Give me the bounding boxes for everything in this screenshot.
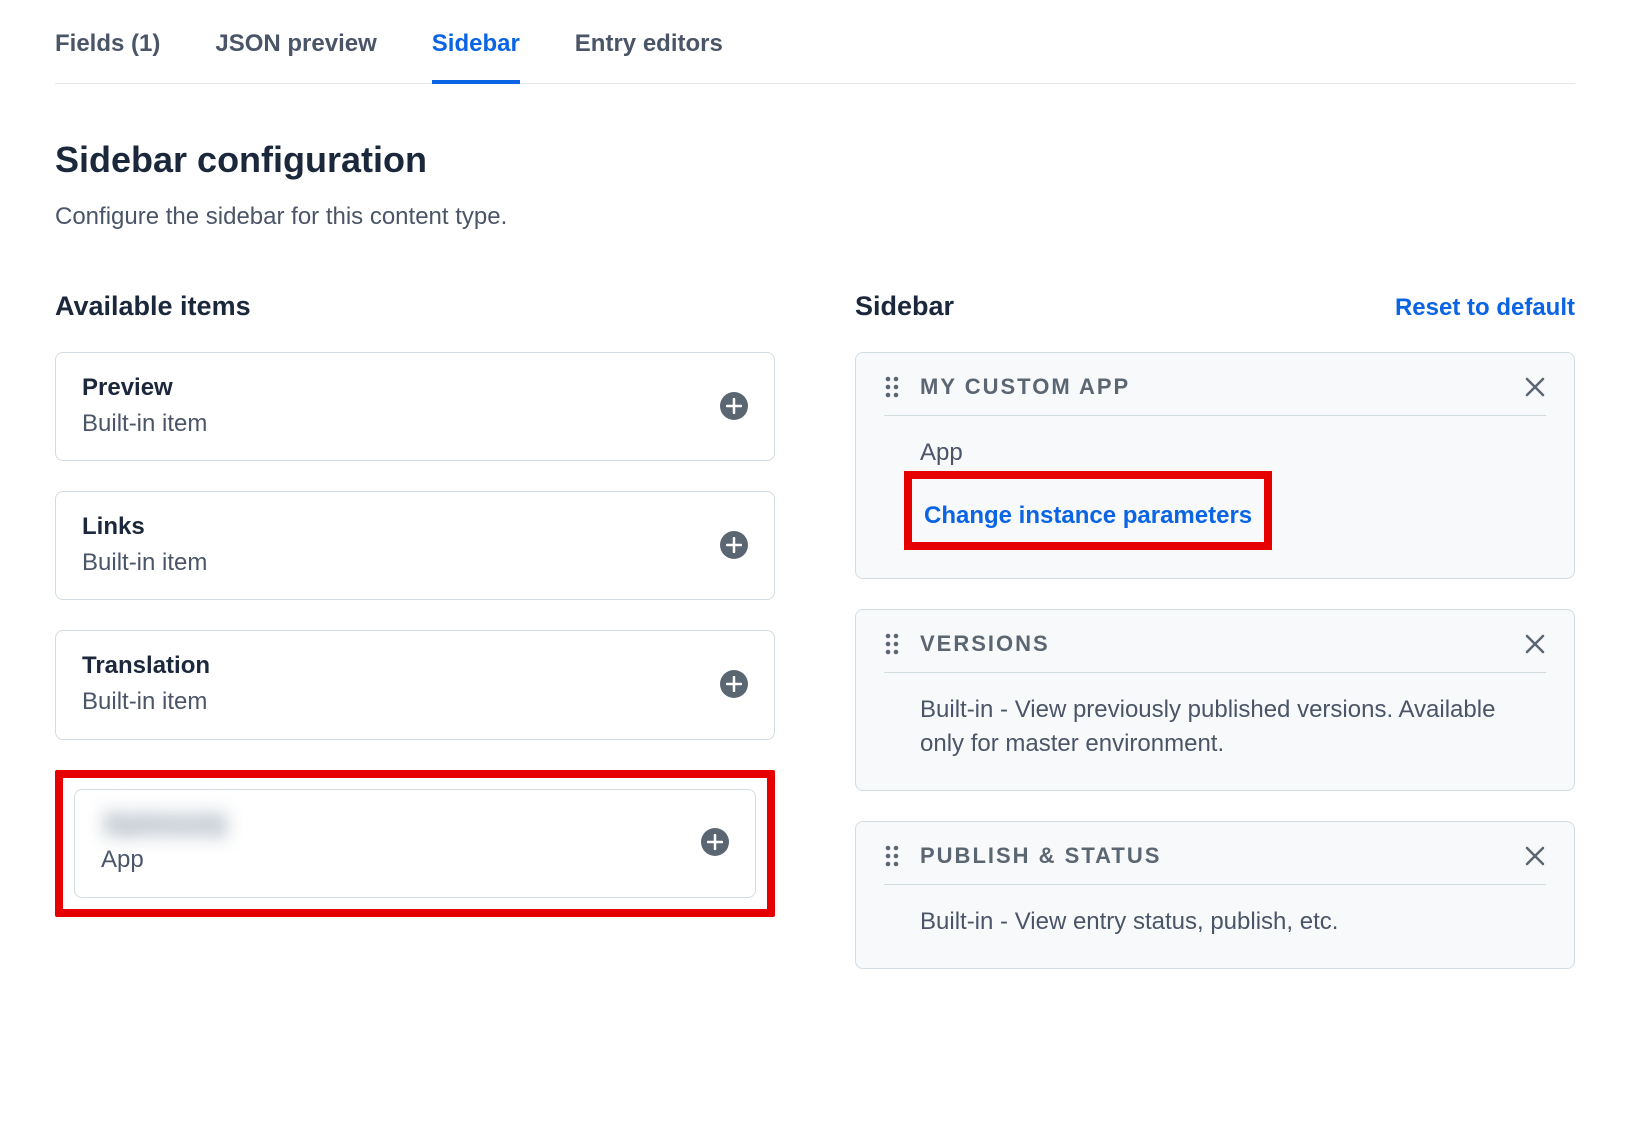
close-icon[interactable] (1524, 376, 1546, 398)
plus-icon[interactable] (720, 392, 748, 420)
sidebar-item-title: MY CUSTOM APP (920, 374, 1506, 400)
drag-handle-icon[interactable] (884, 373, 902, 401)
sidebar-item-versions: VERSIONS Built-in - View previously publ… (855, 609, 1575, 792)
highlight-box-available: Optimizely App (55, 770, 775, 917)
close-icon[interactable] (1524, 633, 1546, 655)
available-item-subtitle: Built-in item (82, 546, 207, 580)
change-instance-parameters-link[interactable]: Change instance parameters (924, 499, 1252, 534)
sidebar-item-title: VERSIONS (920, 631, 1506, 657)
sidebar-item-body: App (920, 436, 1546, 471)
available-item-title: Translation (82, 649, 210, 683)
reset-to-default-link[interactable]: Reset to default (1395, 294, 1575, 322)
available-item-links: Links Built-in item (55, 491, 775, 600)
drag-handle-icon[interactable] (884, 630, 902, 658)
page-subtitle: Configure the sidebar for this content t… (55, 203, 1575, 231)
sidebar-item-my-custom-app: MY CUSTOM APP App Change instance parame… (855, 352, 1575, 579)
sidebar-heading: Sidebar (855, 291, 954, 322)
available-items-heading: Available items (55, 291, 251, 322)
plus-icon[interactable] (720, 670, 748, 698)
available-item-subtitle: App (101, 843, 230, 877)
sidebar-item-publish-status: PUBLISH & STATUS Built-in - View entry s… (855, 821, 1575, 969)
plus-icon[interactable] (701, 828, 729, 856)
available-item-subtitle: Built-in item (82, 685, 210, 719)
highlight-box-link: Change instance parameters (904, 471, 1272, 550)
available-item-translation: Translation Built-in item (55, 630, 775, 739)
sidebar-item-body: Built-in - View previously published ver… (884, 673, 1546, 763)
close-icon[interactable] (1524, 845, 1546, 867)
plus-icon[interactable] (720, 531, 748, 559)
page-title: Sidebar configuration (55, 139, 1575, 181)
available-item-title: Preview (82, 371, 207, 405)
tab-fields[interactable]: Fields (1) (55, 30, 160, 83)
drag-handle-icon[interactable] (884, 842, 902, 870)
sidebar-item-body: Built-in - View entry status, publish, e… (884, 885, 1546, 940)
available-item-title: Links (82, 510, 207, 544)
available-item-preview: Preview Built-in item (55, 352, 775, 461)
tab-entry-editors[interactable]: Entry editors (575, 30, 723, 83)
available-item-app: Optimizely App (74, 789, 756, 898)
available-item-title: Optimizely (101, 808, 230, 842)
tab-sidebar[interactable]: Sidebar (432, 30, 520, 84)
available-item-subtitle: Built-in item (82, 407, 207, 441)
tabs-bar: Fields (1) JSON preview Sidebar Entry ed… (55, 0, 1575, 84)
sidebar-item-title: PUBLISH & STATUS (920, 843, 1506, 869)
tab-json-preview[interactable]: JSON preview (215, 30, 376, 83)
